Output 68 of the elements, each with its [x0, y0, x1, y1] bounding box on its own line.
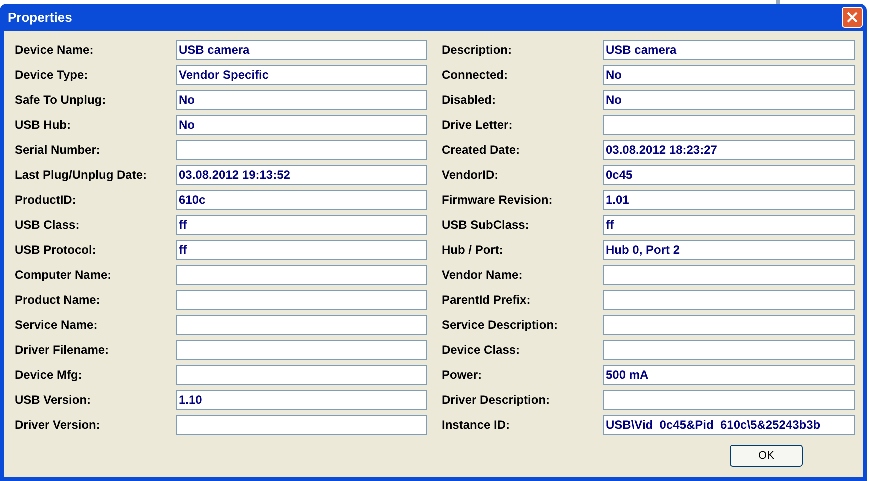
- field-label: Service Name:: [15, 317, 99, 334]
- field-label: Driver Filename:: [15, 342, 110, 359]
- field-label: Description:: [442, 42, 514, 59]
- window-title: Properties: [8, 8, 72, 27]
- close-button[interactable]: [842, 7, 863, 28]
- field-label: Connected:: [442, 67, 509, 84]
- field-label: Power:: [442, 367, 484, 384]
- field-label: USB Class:: [15, 217, 81, 234]
- field-label: Device Mfg:: [15, 367, 84, 384]
- field-label: Safe To Unplug:: [15, 92, 108, 109]
- text-field[interactable]: No: [176, 90, 427, 110]
- text-field[interactable]: 1.01: [603, 190, 855, 210]
- field-label: ParentId Prefix:: [442, 292, 532, 309]
- text-field[interactable]: [603, 265, 855, 285]
- text-field[interactable]: ff: [176, 240, 427, 260]
- text-field[interactable]: No: [603, 65, 855, 85]
- field-label: ProductID:: [15, 192, 78, 209]
- field-label: Product Name:: [15, 292, 102, 309]
- text-field[interactable]: USB\Vid_0c45&Pid_610c\5&25243b3b: [603, 415, 855, 435]
- text-field[interactable]: 03.08.2012 18:23:27: [603, 140, 855, 160]
- field-label: Last Plug/Unplug Date:: [15, 167, 148, 184]
- field-label: Firmware Revision:: [442, 192, 554, 209]
- close-icon: [847, 12, 858, 23]
- text-field[interactable]: No: [176, 115, 427, 135]
- field-label: Driver Description:: [442, 392, 552, 409]
- field-label: USB SubClass:: [442, 217, 530, 234]
- text-field[interactable]: 610c: [176, 190, 427, 210]
- text-field[interactable]: [176, 315, 427, 335]
- field-label: Created Date:: [442, 142, 522, 159]
- field-label: USB Protocol:: [15, 242, 98, 259]
- field-label: Device Name:: [15, 42, 95, 59]
- field-label: Service Description:: [442, 317, 560, 334]
- text-field[interactable]: 0c45: [603, 165, 855, 185]
- field-label: Device Class:: [442, 342, 522, 359]
- text-field[interactable]: [176, 415, 427, 435]
- field-label: USB Version:: [15, 392, 92, 409]
- text-field[interactable]: [603, 290, 855, 310]
- field-label: Vendor Name:: [442, 267, 524, 284]
- text-field[interactable]: USB camera: [603, 40, 855, 60]
- field-label: Hub / Port:: [442, 242, 504, 259]
- text-field[interactable]: [176, 140, 427, 160]
- field-label: Disabled:: [442, 92, 498, 109]
- field-label: Serial Number:: [15, 142, 102, 159]
- text-field[interactable]: [603, 390, 855, 410]
- text-field[interactable]: 03.08.2012 19:13:52: [176, 165, 427, 185]
- text-field[interactable]: [603, 315, 855, 335]
- field-label: Instance ID:: [442, 417, 512, 434]
- text-field[interactable]: [603, 115, 855, 135]
- field-label: VendorID:: [442, 167, 500, 184]
- field-label: Driver Version:: [15, 417, 102, 434]
- field-label: Device Type:: [15, 67, 90, 84]
- text-field[interactable]: Hub 0, Port 2: [603, 240, 855, 260]
- text-field[interactable]: ff: [603, 215, 855, 235]
- text-field[interactable]: 500 mA: [603, 365, 855, 385]
- text-field[interactable]: 1.10: [176, 390, 427, 410]
- field-label: Drive Letter:: [442, 117, 514, 134]
- field-label: Computer Name:: [15, 267, 113, 284]
- field-label: USB Hub:: [15, 117, 72, 134]
- text-field[interactable]: No: [603, 90, 855, 110]
- text-field[interactable]: ff: [176, 215, 427, 235]
- text-field[interactable]: [176, 340, 427, 360]
- text-field[interactable]: [176, 290, 427, 310]
- text-field[interactable]: USB camera: [176, 40, 427, 60]
- text-field[interactable]: [176, 365, 427, 385]
- text-field[interactable]: [176, 265, 427, 285]
- ok-button[interactable]: OK: [730, 445, 803, 467]
- text-field[interactable]: Vendor Specific: [176, 65, 427, 85]
- text-field[interactable]: [603, 340, 855, 360]
